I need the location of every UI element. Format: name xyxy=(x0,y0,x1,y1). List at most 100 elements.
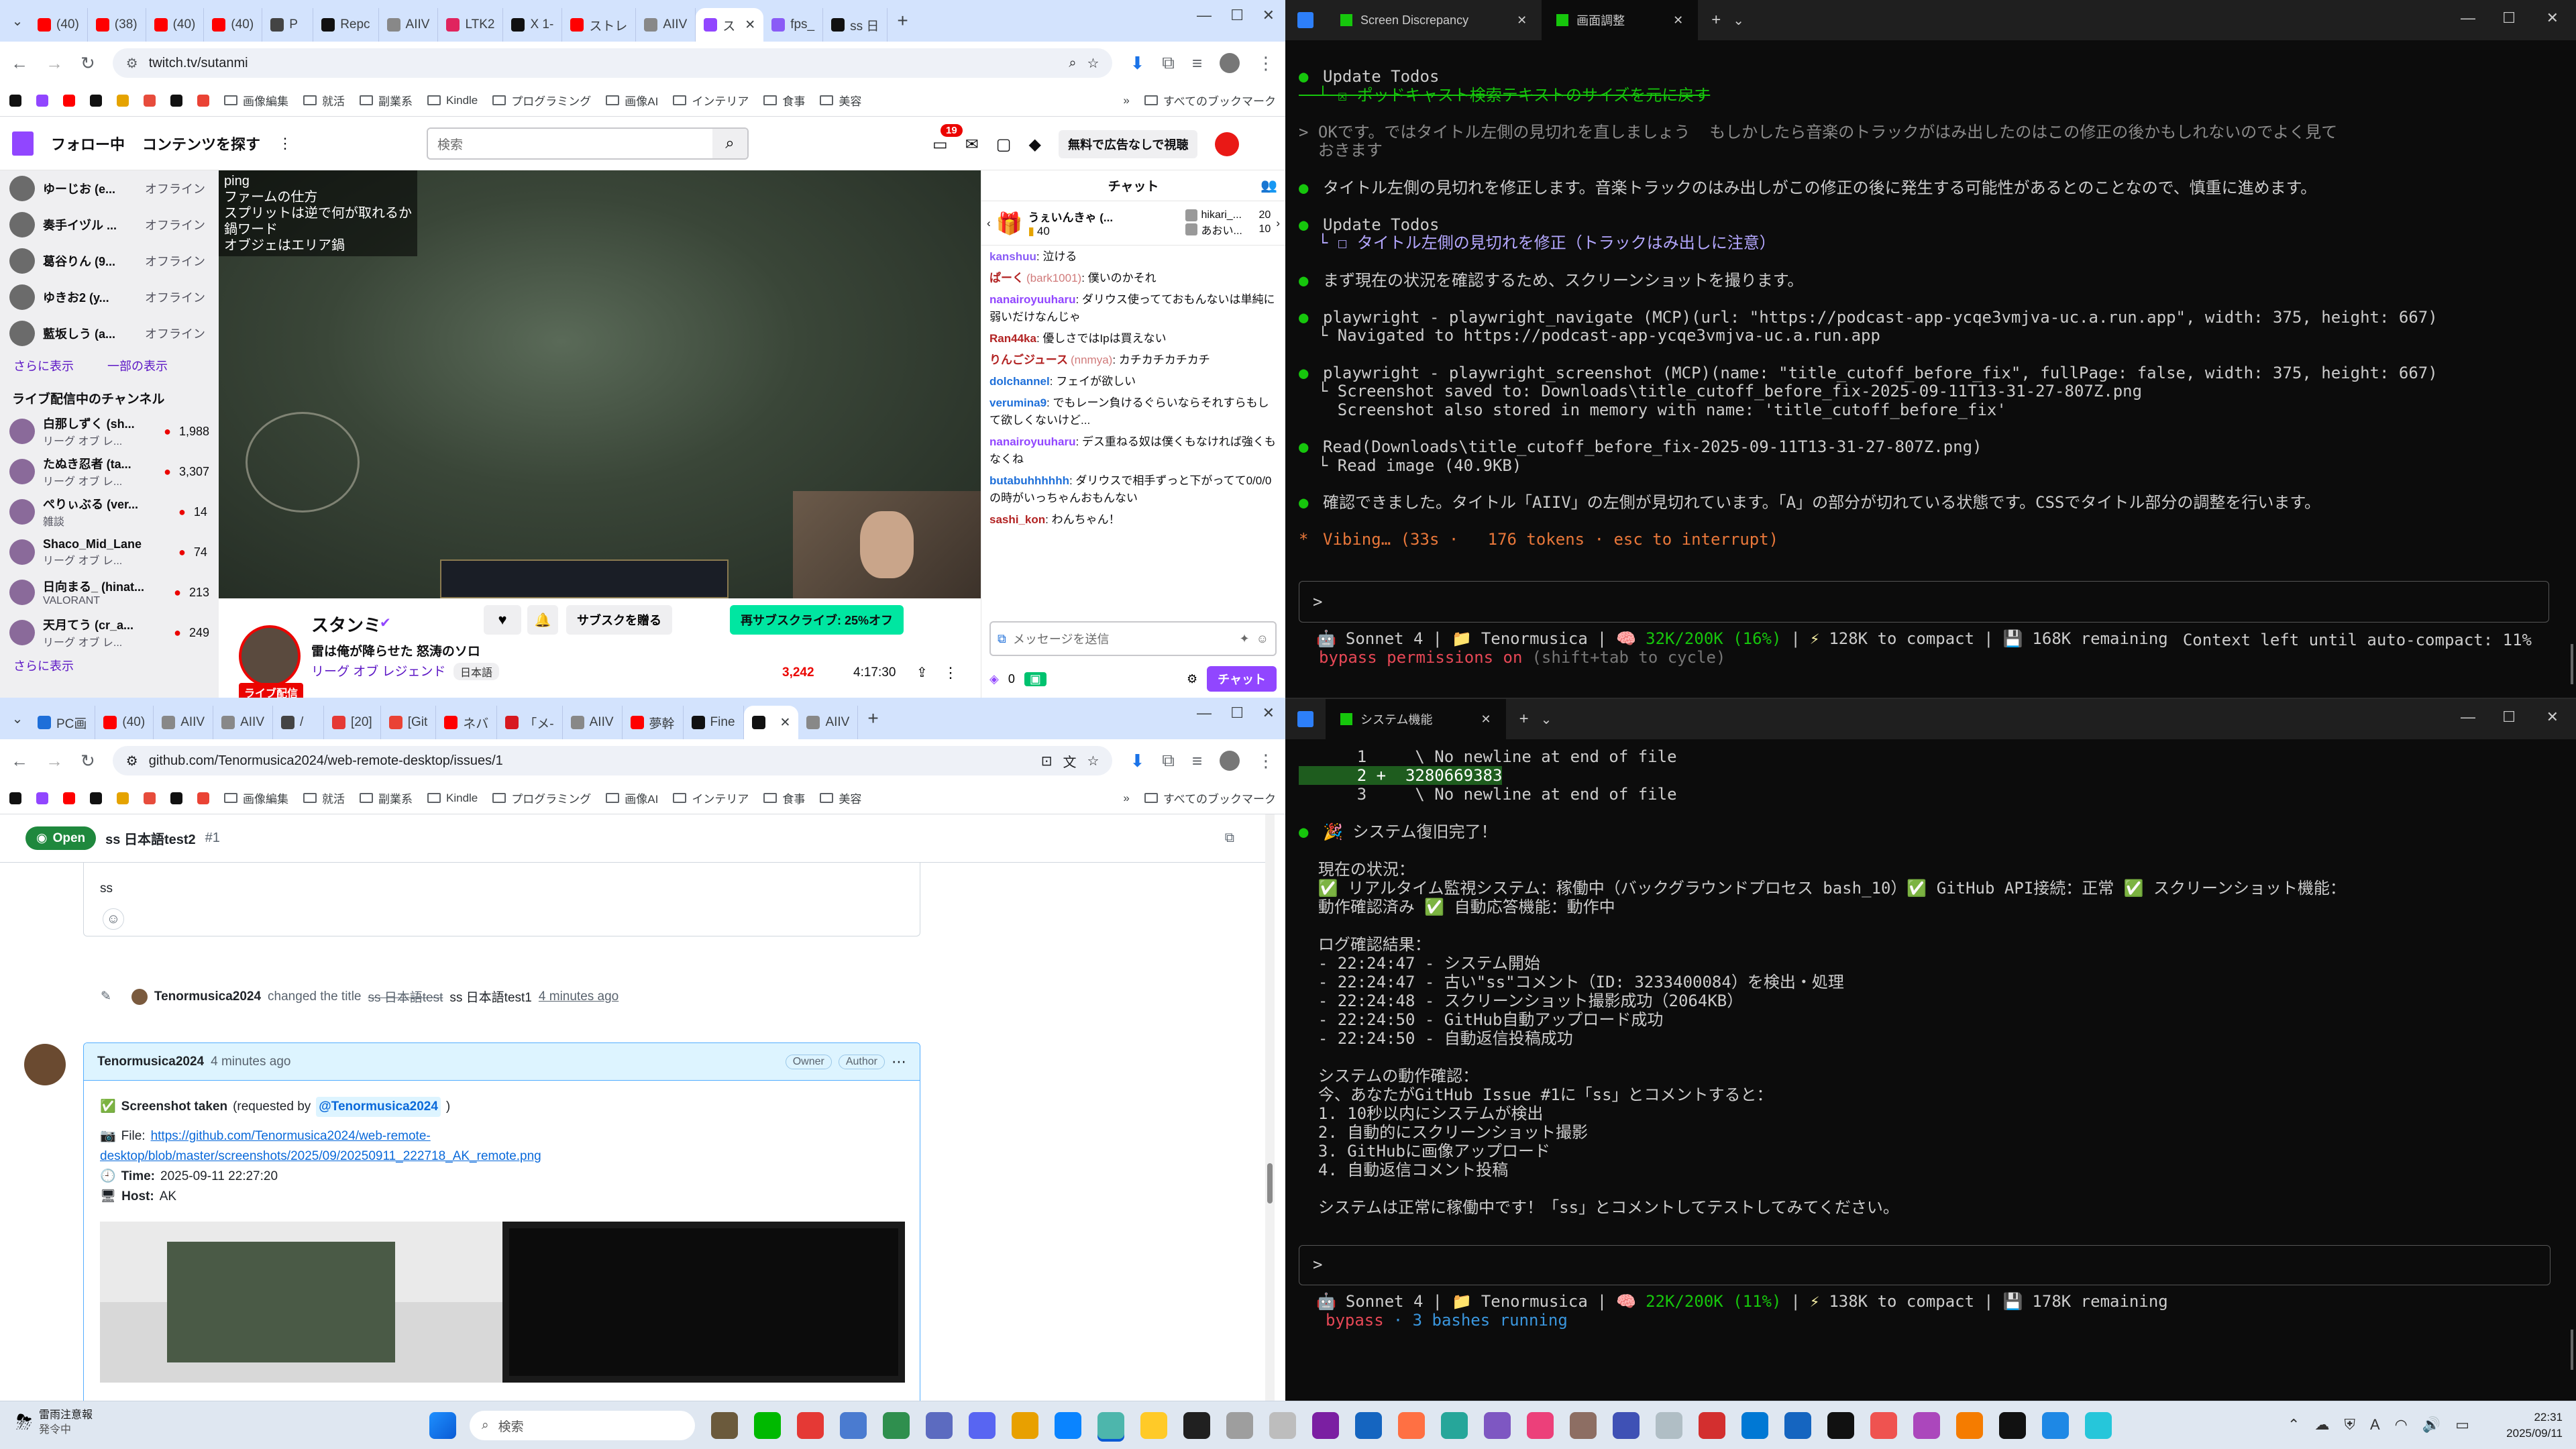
taskbar-app-icon-8[interactable] xyxy=(1055,1412,1081,1439)
profile-avatar[interactable] xyxy=(1220,53,1240,73)
ime-icon[interactable]: A xyxy=(2370,1416,2380,1434)
taskbar-app-icon-3[interactable] xyxy=(840,1412,867,1439)
extensions-icon-2[interactable]: ⧉ xyxy=(1162,750,1175,771)
top-tab-12[interactable]: fps_ xyxy=(763,8,824,42)
streamer-name[interactable]: スタンミ xyxy=(311,612,381,637)
bookmark-icon-4[interactable] xyxy=(117,792,129,804)
bookmark-star-icon-2[interactable]: ☆ xyxy=(1087,753,1099,769)
chat-user[interactable]: kanshuu xyxy=(989,250,1036,263)
chat-send-button[interactable]: チャット xyxy=(1207,666,1277,692)
bookmark-icon-3[interactable] xyxy=(90,792,102,804)
terminal-tab-close-icon[interactable]: ✕ xyxy=(1673,13,1683,28)
reaction-icon[interactable]: ☺ xyxy=(103,908,124,930)
taskbar-app-icon-21[interactable] xyxy=(1613,1412,1640,1439)
followed-channel[interactable]: 葛谷りん (9... オフライン xyxy=(0,243,219,279)
comment-user[interactable]: Tenormusica2024 xyxy=(97,1055,204,1069)
taskbar-app-icon-5[interactable] xyxy=(926,1412,953,1439)
streamer-avatar[interactable] xyxy=(239,625,301,687)
new-terminal-tab-icon[interactable]: + xyxy=(1711,11,1721,30)
all-bookmarks[interactable]: すべてのブックマーク xyxy=(1144,790,1276,806)
live-channel[interactable]: ぺりぃぶる (ver... 雑談 ● 14 xyxy=(0,492,219,532)
live-channel[interactable]: 天月てう (cr_a... リーグ オブ レ... ● 249 xyxy=(0,612,219,653)
bookmark-icon-5[interactable] xyxy=(144,94,156,107)
game-link[interactable]: リーグ オブ レジェンド xyxy=(311,661,446,680)
event-user[interactable]: Tenormusica2024 xyxy=(154,989,261,1004)
bot-tab-0[interactable]: PC画 xyxy=(30,706,96,739)
weather-widget[interactable]: ⛈ 雷雨注意報 発令中 xyxy=(16,1408,93,1438)
menu-icon[interactable]: ⋮ xyxy=(1257,53,1275,74)
taskbar-app-icon-25[interactable] xyxy=(1784,1412,1811,1439)
terminal-tab-1[interactable]: 画面調整 ✕ xyxy=(1542,0,1699,40)
bookmark-folder-2[interactable]: 副業系 xyxy=(360,92,413,109)
event-avatar[interactable] xyxy=(131,988,148,1005)
zoom-icon[interactable]: ⌕ xyxy=(1069,56,1076,71)
live-channel[interactable]: Shaco_Mid_Lane リーグ オブ レ... ● 74 xyxy=(0,532,219,572)
twitch-logo-icon[interactable] xyxy=(12,131,34,156)
bookmark-icon-1[interactable] xyxy=(36,792,48,804)
top-tab-11[interactable]: ス ✕ xyxy=(696,8,764,42)
crown-icon[interactable]: ◆ xyxy=(1028,135,1040,154)
bookmark-folder-5[interactable]: 画像AI xyxy=(606,92,658,109)
volume-icon[interactable]: 🔊 xyxy=(2422,1416,2440,1434)
bookmark-icon-2[interactable] xyxy=(63,792,75,804)
clock[interactable]: 22:31 2025/09/11 xyxy=(2506,1409,2563,1442)
chat-input[interactable]: ⧉ メッセージを送信 ✦ ☺ xyxy=(989,621,1277,656)
taskbar-app-icon-19[interactable] xyxy=(1527,1412,1554,1439)
share-icon[interactable]: ⇪ xyxy=(916,664,928,681)
taskbar-app-icon-1[interactable] xyxy=(754,1412,781,1439)
bookmark-icon-0[interactable] xyxy=(9,792,21,804)
bookmark-icon-6[interactable] xyxy=(170,94,182,107)
bookmark-icon-4[interactable] xyxy=(117,94,129,107)
bookmark-icon-1[interactable] xyxy=(36,94,48,107)
chat-user[interactable]: sashi_kon xyxy=(989,513,1045,526)
profile-avatar-2[interactable] xyxy=(1220,751,1240,771)
terminal-tab-close-icon[interactable]: ✕ xyxy=(1481,712,1491,727)
bot-tab-2[interactable]: AIIV xyxy=(154,706,214,739)
file-link-2[interactable]: desktop/blob/master/screenshots/2025/09/… xyxy=(100,1146,904,1167)
followed-channel[interactable]: 藍坂しう (a... オフライン xyxy=(0,315,219,352)
emote-icon[interactable]: ☺ xyxy=(1256,632,1269,646)
bookmark-folder-6[interactable]: インテリア xyxy=(673,92,749,109)
nav-following[interactable]: フォロー中 xyxy=(51,133,125,154)
taskbar-app-icon-13[interactable] xyxy=(1269,1412,1296,1439)
whispers-icon[interactable]: ✉ xyxy=(965,135,979,154)
top-tab-13[interactable]: ss 日 xyxy=(823,8,888,42)
chevron-right-icon[interactable]: › xyxy=(1276,217,1280,230)
term2-scrollbar[interactable] xyxy=(2571,1330,2573,1370)
comment-time[interactable]: 4 minutes ago xyxy=(211,1055,290,1069)
chat-users-icon[interactable]: 👥 xyxy=(1260,177,1277,194)
close-window-button-2[interactable]: ✕ xyxy=(1263,704,1275,722)
bot-tab-7[interactable]: ネバ xyxy=(436,706,498,739)
reload-icon[interactable]: ↻ xyxy=(80,53,95,74)
back-icon[interactable]: ← xyxy=(11,53,28,74)
language-tag[interactable]: 日本語 xyxy=(453,663,500,680)
bookmark-folder-3[interactable]: Kindle xyxy=(427,792,478,805)
top-tab-0[interactable]: (40) xyxy=(30,8,88,42)
bookmark-star-icon[interactable]: ☆ xyxy=(1087,55,1099,72)
bookmark-folder-7[interactable]: 食事 xyxy=(763,92,805,109)
chat-user[interactable]: Ran44ka xyxy=(989,332,1036,345)
bookmark-folder-6[interactable]: インテリア xyxy=(673,790,749,806)
more-bookmarks-icon[interactable]: » xyxy=(1123,94,1129,107)
prediction-icon[interactable]: ▣ xyxy=(1024,672,1046,686)
copy-link-icon[interactable]: ⧉ xyxy=(1225,830,1234,846)
bookmark-folder-1[interactable]: 就活 xyxy=(303,790,345,806)
show-more-link-2[interactable]: さらに表示 xyxy=(0,653,219,678)
wifi-icon[interactable]: ◠ xyxy=(2395,1416,2408,1434)
bookmark-icon-0[interactable] xyxy=(9,94,21,107)
term-minimize-button[interactable]: — xyxy=(2461,9,2475,27)
taskbar-app-icon-7[interactable] xyxy=(1012,1412,1038,1439)
top-tab-1[interactable]: (38) xyxy=(88,8,146,42)
comment-menu-icon[interactable]: ⋯ xyxy=(892,1053,906,1071)
taskbar-app-icon-6[interactable] xyxy=(969,1412,996,1439)
more-bookmarks-icon[interactable]: » xyxy=(1123,792,1129,805)
bookmark-icon-7[interactable] xyxy=(197,792,209,804)
page-scrollbar[interactable] xyxy=(1265,814,1275,1401)
taskbar-app-icon-18[interactable] xyxy=(1484,1412,1511,1439)
bookmark-icon-6[interactable] xyxy=(170,792,182,804)
site-info-icon-2[interactable]: ⚙ xyxy=(126,753,138,769)
terminal-tab-close-icon[interactable]: ✕ xyxy=(1517,13,1527,28)
bot-tab-13[interactable]: AIIV xyxy=(798,706,859,739)
tray-chevron-icon[interactable]: ⌃ xyxy=(2288,1416,2300,1434)
term2-close-button[interactable]: ✕ xyxy=(2546,708,2559,726)
